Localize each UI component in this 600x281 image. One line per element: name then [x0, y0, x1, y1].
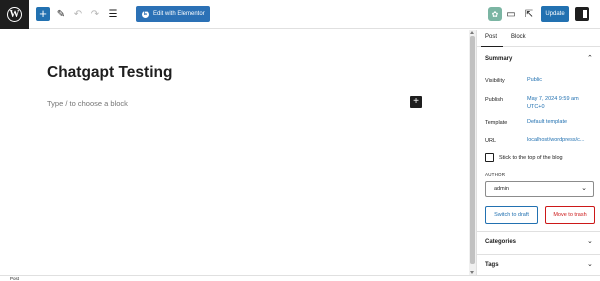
preview-button[interactable]: ▭: [506, 7, 516, 22]
pencil-icon: ✎: [56, 9, 66, 20]
visibility-label: Visibility: [485, 78, 505, 84]
move-to-trash-button[interactable]: Move to trash: [545, 206, 595, 224]
breadcrumb[interactable]: Post: [10, 276, 19, 281]
summary-panel-title[interactable]: Summary: [485, 56, 512, 62]
divider: [477, 231, 600, 232]
settings-sidebar: Post Block Summary ⌃ Visibility Public P…: [476, 30, 600, 275]
inline-add-block-button[interactable]: +: [410, 96, 422, 108]
undo-button[interactable]: ↶: [73, 7, 83, 22]
divider: [477, 254, 600, 255]
tags-panel-title[interactable]: Tags: [485, 262, 499, 268]
author-select[interactable]: admin ⌄: [485, 181, 594, 197]
active-tab-indicator: [481, 45, 503, 47]
editor-scrollbar[interactable]: [469, 30, 476, 275]
sticky-label[interactable]: Stick to the top of the blog: [499, 155, 563, 161]
undo-icon: ↶: [73, 9, 83, 20]
scroll-thumb[interactable]: [470, 36, 475, 264]
update-button[interactable]: Update: [541, 6, 569, 22]
author-value: admin: [494, 186, 509, 192]
author-label: AUTHOR: [485, 172, 506, 177]
settings-sidebar-toggle[interactable]: [575, 7, 589, 21]
scroll-up-arrow-icon[interactable]: [470, 31, 474, 34]
publish-date-button[interactable]: May 7, 2024 9:59 am UTC+0: [527, 95, 579, 111]
wordpress-logo-icon: W: [7, 7, 22, 22]
publish-date: May 7, 2024 9:59 am: [527, 96, 579, 102]
ai-assistant-button[interactable]: ✿: [488, 7, 502, 21]
chevron-down-icon: ⌄: [581, 185, 587, 192]
edit-tool-button[interactable]: ✎: [56, 7, 66, 22]
post-title[interactable]: Chatgapt Testing: [47, 64, 172, 82]
sidebar-tabs: Post Block: [477, 30, 600, 47]
redo-icon: ↷: [90, 9, 100, 20]
chevron-down-icon[interactable]: ⌄: [587, 237, 593, 245]
url-value[interactable]: localhost/wordpress/c...: [527, 136, 584, 144]
add-block-button[interactable]: +: [36, 7, 50, 21]
edit-with-elementor-button[interactable]: E Edit with Elementor: [136, 6, 210, 22]
block-placeholder[interactable]: Type / to choose a block: [47, 99, 128, 108]
template-label: Template: [485, 120, 508, 126]
url-label: URL: [485, 138, 497, 144]
switch-to-draft-button[interactable]: Switch to draft: [485, 206, 538, 224]
editor-canvas[interactable]: Chatgapt Testing Type / to choose a bloc…: [0, 30, 469, 275]
edit-with-elementor-label: Edit with Elementor: [153, 11, 205, 17]
visibility-value[interactable]: Public: [527, 76, 542, 84]
tab-post[interactable]: Post: [485, 34, 497, 40]
chevron-up-icon[interactable]: ⌃: [587, 54, 593, 62]
categories-panel-title[interactable]: Categories: [485, 239, 516, 245]
external-link-icon: ⇱: [524, 9, 534, 20]
publish-label: Publish: [485, 97, 504, 103]
editor-toolbar: W + ✎ ↶ ↷ ☰ E Edit with Elementor ✿ ▭ ⇱ …: [0, 0, 600, 29]
elementor-icon: E: [142, 10, 149, 18]
editor-footer: Post: [0, 275, 600, 281]
publish-timezone: UTC+0: [527, 104, 545, 110]
scroll-down-arrow-icon[interactable]: [470, 271, 474, 274]
document-overview-button[interactable]: ☰: [108, 7, 118, 22]
desktop-preview-icon: ▭: [506, 9, 516, 20]
sticky-checkbox[interactable]: [485, 153, 494, 162]
wordpress-logo-button[interactable]: W: [0, 0, 29, 29]
redo-button[interactable]: ↷: [90, 7, 100, 22]
ai-icon: ✿: [491, 9, 499, 19]
tab-block[interactable]: Block: [511, 34, 526, 40]
chevron-down-icon[interactable]: ⌄: [587, 260, 593, 268]
list-view-icon: ☰: [108, 9, 118, 20]
template-value[interactable]: Default template: [527, 118, 567, 126]
view-post-button[interactable]: ⇱: [524, 7, 534, 22]
